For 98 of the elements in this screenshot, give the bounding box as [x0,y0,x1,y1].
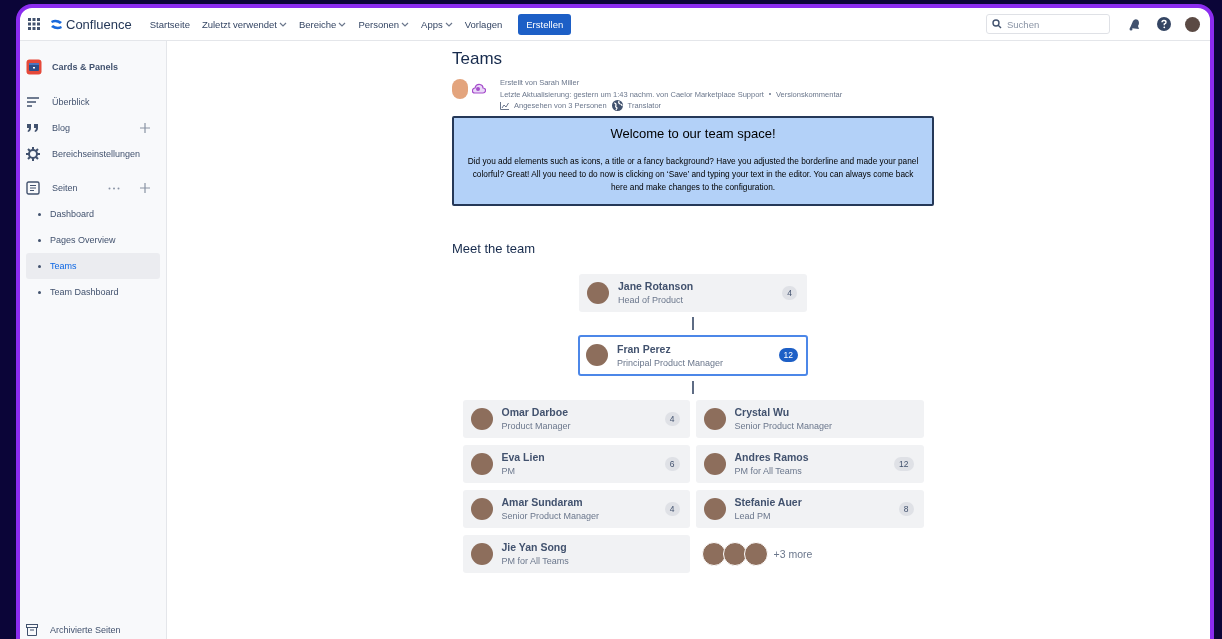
person-name: Andres Ramos [734,451,810,463]
person-card[interactable]: Crystal Wu Senior Product Manager [695,399,924,438]
nav-menu-item[interactable]: Personen [354,15,414,33]
person-role: Principal Product Manager [617,357,725,368]
nav-menu-item[interactable]: Bereiche [294,15,351,33]
sidebar-item[interactable]: Blog [26,115,160,141]
space-logo-icon [26,59,42,75]
person-role: Lead PM [734,511,772,521]
count-badge: 4 [664,411,680,426]
person-role: Head of Product [618,295,685,305]
search-field[interactable]: Suchen [986,14,1110,35]
sidebar-item[interactable]: Seiten [26,175,160,201]
connector-line [692,380,694,394]
nav-menu-item[interactable]: Zuletzt verwendet [197,15,291,33]
count-badge: 4 [664,501,680,516]
person-role: PM [501,466,516,476]
avatar [722,541,747,566]
person-name: Amar Sundaram [501,496,584,508]
lines-icon [26,95,40,109]
person-card[interactable]: Eva Lien PM 6 [462,444,690,483]
plus-icon [140,183,150,193]
avatar [470,407,493,430]
user-avatar[interactable] [1185,16,1200,32]
settings-icon [26,147,40,161]
person-card[interactable]: Jane Rotanson Head of Product 4 [579,273,807,312]
avatar [587,281,609,304]
avatar [703,452,726,475]
count-badge: 4 [782,285,797,300]
avatar [470,452,493,475]
help-icon [1157,17,1171,31]
panel-text: Did you add elements such as icons, a title or a fancy background? Have you adjusted the borderline and made your panel colorful? Great! All you need to do now is clicking on ‘Save’ and typing your text in the editor. You can always come back here and make changes to the configuration. [466,154,920,194]
person-card[interactable]: Andres Ramos PM for All Teams 12 [695,444,924,483]
page-tree-item[interactable]: Pages Overview [26,227,160,253]
document-icon [26,181,40,195]
count-badge: 8 [898,501,914,516]
avatar [701,541,726,566]
person-card[interactable]: Omar Darboe Product Manager 4 [462,399,690,438]
page-tree-item[interactable]: Teams [26,253,160,279]
bullet-icon [38,212,41,216]
person-name: Omar Darboe [501,406,570,418]
person-name: Eva Lien [501,451,546,463]
chart-icon [500,101,509,110]
person-card[interactable]: Fran Perez Principal Product Manager 12 [578,334,808,376]
quote-icon [26,121,40,135]
page-tree-item[interactable]: Dashboard [26,201,160,227]
person-role: PM for All Teams [734,466,803,476]
person-name: Jie Yan Song [501,541,568,553]
globe-icon [611,100,623,112]
sidebar-item[interactable]: Bereichseinstellungen [26,141,160,167]
count-badge: 12 [778,348,798,362]
plus-icon [140,123,150,133]
avatar [586,344,608,366]
caret-icon [278,20,287,28]
avatar [470,542,493,565]
create-button[interactable]: Erstellen [518,13,572,35]
page-tree-item[interactable]: Team Dashboard [26,279,160,305]
person-name: Crystal Wu [734,406,791,418]
cloud-icon [472,83,486,94]
caret-icon [338,20,347,28]
confluence-logo-icon [50,17,63,31]
count-badge: 6 [664,456,680,471]
person-role: Senior Product Manager [501,511,601,521]
author-avatar [452,79,468,99]
avatar [743,541,768,566]
more-icon [108,186,120,190]
sidebar-item[interactable]: Überblick [26,89,160,115]
avatar [470,497,493,520]
notification-bell-icon [1128,17,1141,31]
person-card[interactable]: Amar Sundaram Senior Product Manager 4 [462,489,690,528]
archive-icon [26,624,38,636]
person-role: Senior Product Manager [734,421,834,431]
person-name: Jane Rotanson [618,280,695,292]
space-name: Cards & Panels [52,62,119,72]
nav-menu-item[interactable]: Startseite [145,15,194,33]
panel-title: Welcome to our team space! [609,125,777,141]
person-card[interactable]: Jie Yan Song PM for All Teams [462,534,690,573]
connector-line [692,316,694,330]
section-heading: Meet the team [452,240,537,256]
more-people-link[interactable]: +3 more [769,547,813,560]
nav-menu-item[interactable]: Apps [417,15,457,33]
bullet-icon [38,264,41,268]
app-grid-icon [28,18,40,30]
count-badge: 12 [894,456,914,471]
person-name: Stefanie Auer [734,496,803,508]
page-title: Teams [452,49,504,69]
avatar [703,497,726,520]
sidebar-item[interactable]: Archivierte Seiten [26,621,160,639]
app-name: Confluence [66,16,132,32]
nav-menu-item[interactable]: Vorlagen [460,15,507,33]
bullet-icon [38,290,41,294]
caret-icon [401,20,410,28]
person-name: Fran Perez [617,342,672,355]
bullet-icon [38,238,41,242]
person-card[interactable]: Stefanie Auer Lead PM 8 [695,489,924,528]
avatar [703,407,726,430]
person-role: PM for All Teams [501,556,570,566]
caret-icon [444,20,453,28]
person-role: Product Manager [501,421,572,431]
